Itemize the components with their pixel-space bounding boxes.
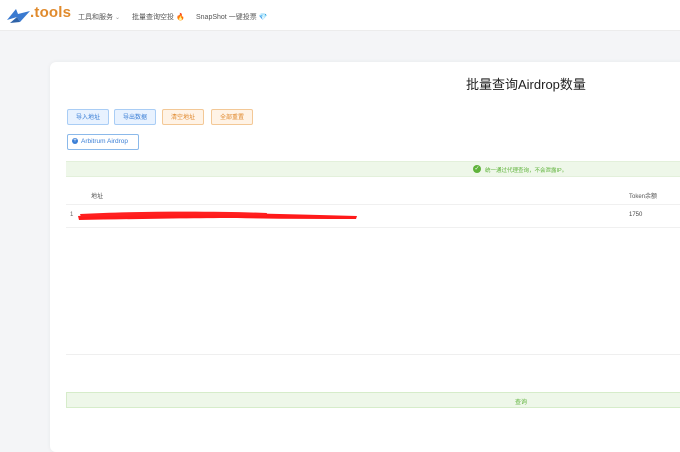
diamond-icon: 💎 [258,14,268,21]
table-row: 1 1750 [66,204,680,228]
nav-label: 批量查询空投 [132,14,174,21]
import-addresses-button[interactable]: 导入地址 [67,109,109,125]
airdrop-label: Arbitrum Airdrop [81,138,128,145]
page-title: 批量查询Airdrop数量 [466,77,586,92]
nav-item-batch-airdrop[interactable]: 批量查询空投 🔥 [132,12,185,22]
top-navigation-bar: .tools 工具和服务 ⌄ 批量查询空投 🔥 SnapShot 一键投票 💎 [0,0,680,31]
nav-label: 工具和服务 [78,14,113,21]
chevron-down-icon: ⌄ [115,15,121,21]
reset-all-button[interactable]: 全部重置 [211,109,253,125]
notice-message: 统一通过代理查询，不会泄露IP。 [485,168,568,174]
query-label: 查询 [515,400,528,406]
query-button[interactable]: 查询 [66,392,680,408]
check-circle-icon: ✓ [473,165,481,173]
nav-item-tools-services[interactable]: 工具和服务 ⌄ [78,12,120,22]
main-card: 批量查询Airdrop数量 导入地址 导出数据 清空地址 全部重置 + Arbit… [50,62,680,452]
airdrop-selector[interactable]: + Arbitrum Airdrop [67,134,139,150]
row-index: 1 [70,212,74,218]
logo-icon[interactable] [6,6,32,26]
export-data-button[interactable]: 导出数据 [114,109,156,125]
clear-addresses-button[interactable]: 清空地址 [162,109,204,125]
info-notice: ✓ 统一通过代理查询，不会泄露IP。 [66,161,680,177]
logo-text[interactable]: .tools [30,4,71,21]
nav-label: SnapShot 一键投票 [196,14,257,21]
add-circle-icon: + [72,138,78,145]
redacted-address [78,211,357,220]
column-header-address: 地址 [91,194,104,200]
nav-item-snapshot-vote[interactable]: SnapShot 一键投票 💎 [196,12,267,22]
fire-icon: 🔥 [176,14,185,21]
table-bottom-divider [66,354,680,355]
column-header-token-balance: Token余额 [629,194,658,200]
token-balance-value: 1750 [629,212,643,218]
